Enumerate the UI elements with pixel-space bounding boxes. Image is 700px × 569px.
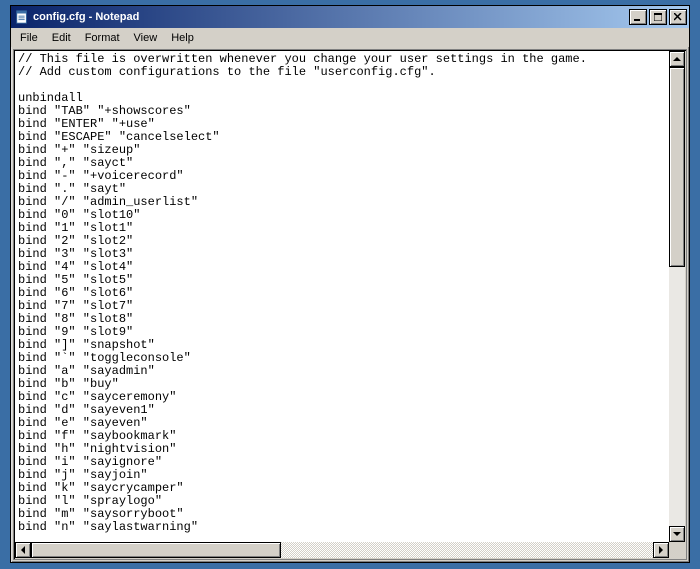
- menubar: File Edit Format View Help: [11, 28, 689, 47]
- vertical-scroll-track[interactable]: [669, 67, 685, 526]
- window-title: config.cfg - Notepad: [33, 11, 629, 23]
- arrow-right-icon: [659, 546, 663, 554]
- menu-format[interactable]: Format: [78, 30, 127, 46]
- close-button[interactable]: [669, 9, 687, 25]
- arrow-up-icon: [673, 57, 681, 61]
- menu-help[interactable]: Help: [164, 30, 201, 46]
- arrow-down-icon: [673, 532, 681, 536]
- text-editor[interactable]: // This file is overwritten whenever you…: [16, 52, 668, 541]
- editor-client-area: // This file is overwritten whenever you…: [13, 49, 687, 560]
- horizontal-scroll-track[interactable]: [31, 542, 653, 558]
- vertical-scrollbar[interactable]: [669, 51, 685, 542]
- vertical-scroll-thumb[interactable]: [669, 67, 685, 267]
- scroll-left-button[interactable]: [15, 542, 31, 558]
- titlebar[interactable]: config.cfg - Notepad: [11, 6, 689, 28]
- scroll-up-button[interactable]: [669, 51, 685, 67]
- arrow-left-icon: [21, 546, 25, 554]
- menu-file[interactable]: File: [13, 30, 45, 46]
- maximize-button[interactable]: [649, 9, 667, 25]
- notepad-icon: [14, 9, 30, 25]
- scrollbar-corner: [669, 542, 685, 558]
- notepad-window: config.cfg - Notepad File Edit Format Vi…: [10, 5, 690, 563]
- menu-edit[interactable]: Edit: [45, 30, 78, 46]
- scroll-down-button[interactable]: [669, 526, 685, 542]
- horizontal-scroll-thumb[interactable]: [31, 542, 281, 558]
- menu-view[interactable]: View: [127, 30, 165, 46]
- minimize-button[interactable]: [629, 9, 647, 25]
- scroll-right-button[interactable]: [653, 542, 669, 558]
- horizontal-scrollbar[interactable]: [15, 542, 669, 558]
